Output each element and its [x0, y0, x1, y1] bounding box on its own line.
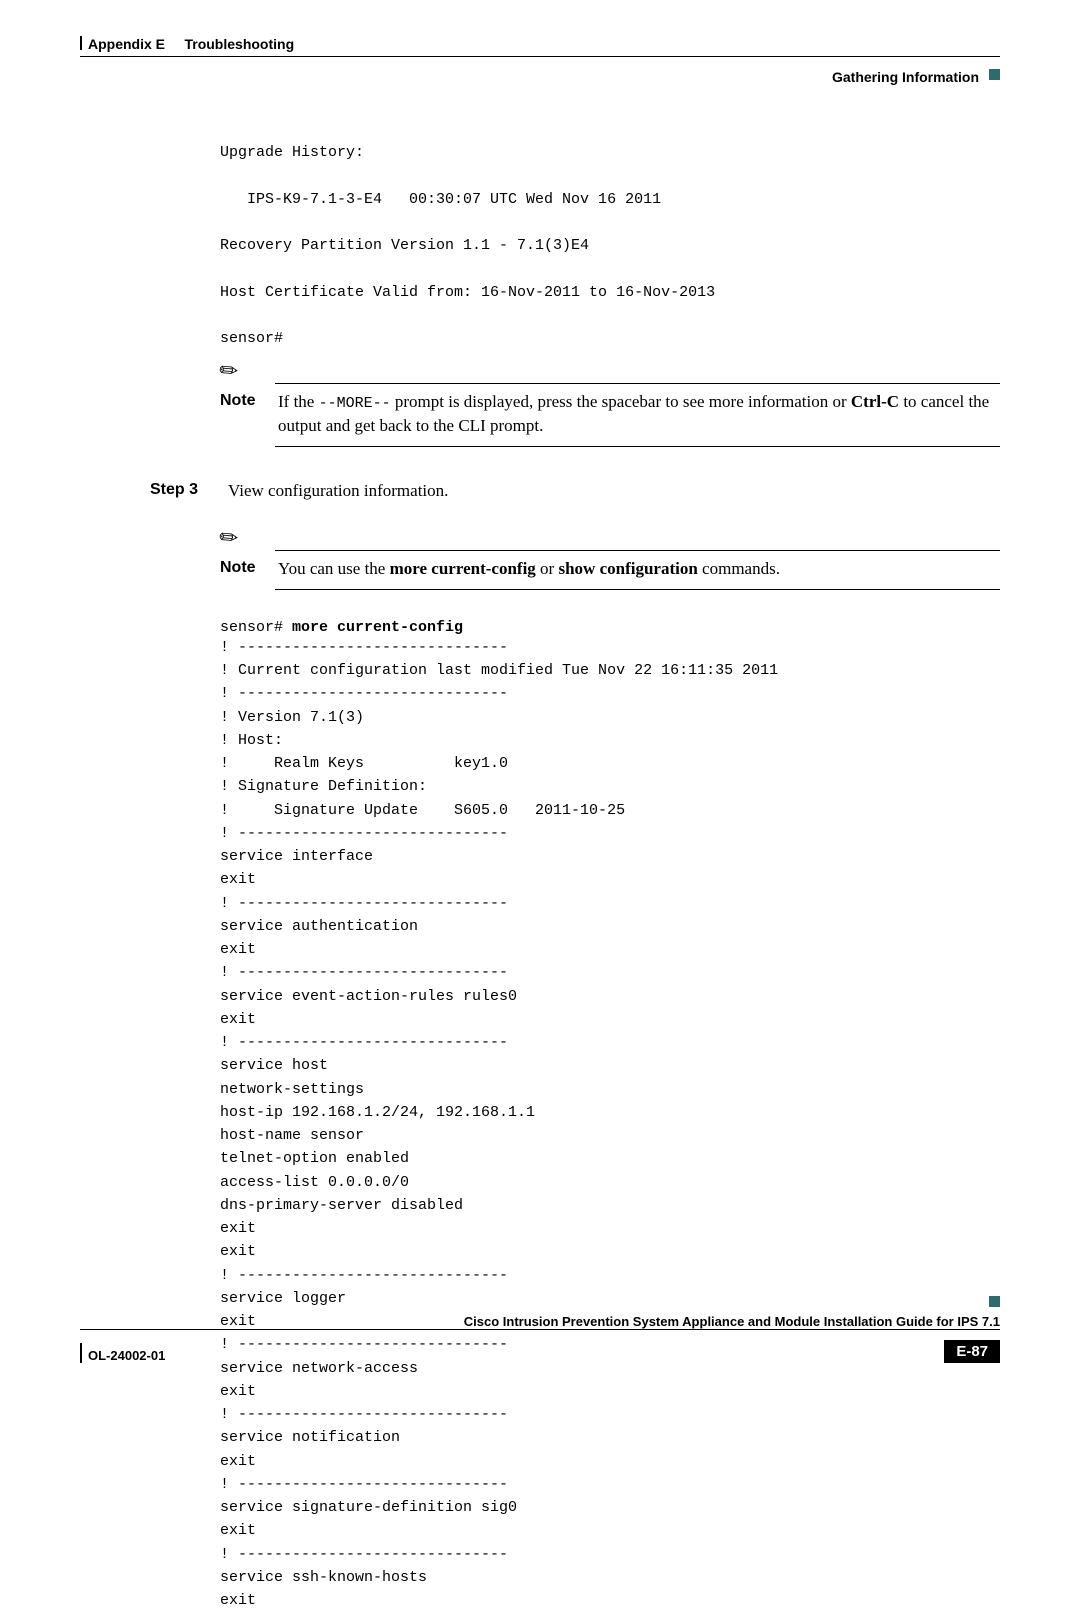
- chapter-title: Troubleshooting: [184, 36, 294, 52]
- note2-mid: or: [536, 559, 559, 578]
- note-block-1: ✎ Note If the --MORE-- prompt is display…: [220, 360, 1000, 447]
- note-row-1: Note If the --MORE-- prompt is displayed…: [220, 390, 1000, 438]
- cli-prompt: sensor#: [220, 619, 292, 636]
- pencil-icon: ✎: [215, 357, 243, 386]
- brand-square-icon: [989, 69, 1000, 80]
- note2-post: commands.: [698, 559, 780, 578]
- note-rule-top: [275, 383, 1000, 384]
- cli-command: more current-config: [292, 619, 463, 636]
- footer-rule: [80, 1329, 1000, 1330]
- note-rule-bot-2: [275, 589, 1000, 590]
- note2-b1: more current-config: [390, 559, 536, 578]
- body-content: Upgrade History: IPS-K9-7.1-3-E4 00:30:0…: [220, 141, 1000, 1612]
- crop-mark-bottom: [80, 1343, 82, 1363]
- section-title: Gathering Information: [832, 69, 979, 85]
- note1-mono: --MORE--: [319, 395, 391, 412]
- running-header: Appendix E Troubleshooting: [80, 36, 1000, 52]
- header-rule: [80, 56, 1000, 57]
- note2-b2: show configuration: [558, 559, 697, 578]
- appendix-label: Appendix E: [88, 36, 165, 52]
- footer-row: OL-24002-01 E-87: [80, 1334, 1000, 1363]
- note-label: Note: [220, 557, 258, 579]
- note-row-2: Note You can use the more current-config…: [220, 557, 1000, 581]
- pencil-icon: ✎: [215, 524, 243, 553]
- note-label: Note: [220, 390, 258, 412]
- footer-right: E-87: [944, 1334, 1000, 1363]
- page: Appendix E Troubleshooting Gathering Inf…: [0, 0, 1080, 1397]
- note1-pre: If the: [278, 392, 319, 411]
- note-block-2: ✎ Note You can use the more current-conf…: [220, 527, 1000, 590]
- page-footer: Cisco Intrusion Prevention System Applia…: [80, 1314, 1000, 1363]
- step-3-row: Step 3 View configuration information.: [220, 481, 1000, 501]
- header-right: Gathering Information: [80, 63, 1000, 85]
- command-line: sensor# more current-config: [220, 618, 1000, 636]
- page-number: E-87: [944, 1340, 1000, 1363]
- crop-mark-top: [80, 36, 82, 50]
- guide-title: Cisco Intrusion Prevention System Applia…: [80, 1314, 1000, 1329]
- note-rule-bot: [275, 446, 1000, 447]
- cli-output-1: Upgrade History: IPS-K9-7.1-3-E4 00:30:0…: [220, 141, 1000, 350]
- step-label: Step 3: [150, 481, 200, 501]
- book-id: OL-24002-01: [80, 1348, 165, 1363]
- brand-square-icon: [989, 1296, 1000, 1307]
- header-left: Appendix E Troubleshooting: [80, 36, 294, 52]
- note-rule-top-2: [275, 550, 1000, 551]
- cli-output-2: ! ------------------------------ ! Curre…: [220, 636, 1000, 1612]
- note-text-1: If the --MORE-- prompt is displayed, pre…: [278, 390, 1000, 438]
- note1-bold: Ctrl-C: [851, 392, 899, 411]
- note2-pre: You can use the: [278, 559, 390, 578]
- step-text: View configuration information.: [228, 481, 448, 501]
- note1-mid: prompt is displayed, press the spacebar …: [391, 392, 851, 411]
- note-text-2: You can use the more current-config or s…: [278, 557, 780, 581]
